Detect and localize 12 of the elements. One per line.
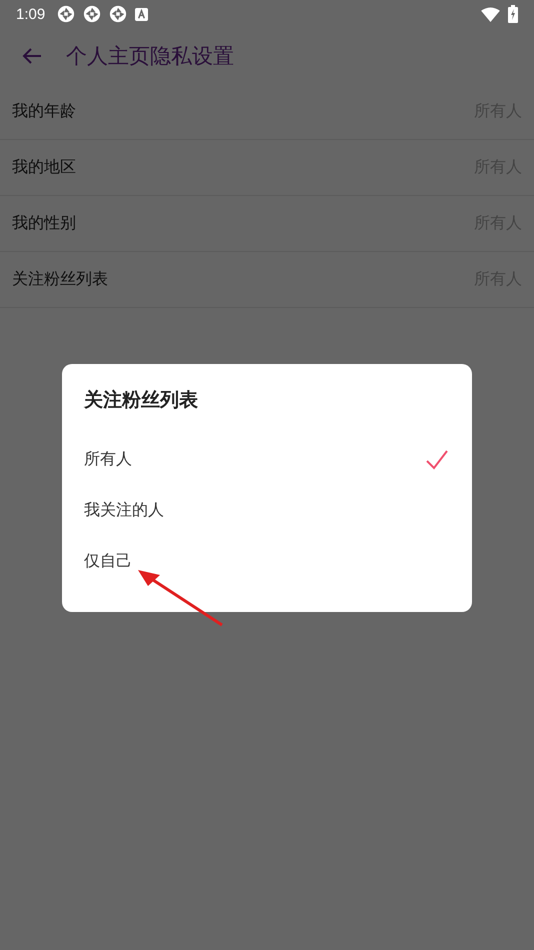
- aperture-icon: [57, 5, 76, 23]
- option-item[interactable]: 所有人: [84, 449, 132, 470]
- status-time: 1:09: [16, 6, 46, 22]
- option-item[interactable]: 我关注的人: [84, 500, 164, 521]
- dialog-title: 关注粉丝列表: [84, 388, 199, 413]
- aperture-icon: [83, 5, 102, 23]
- battery-icon: [508, 5, 518, 23]
- aperture-icon: [109, 5, 128, 23]
- app-icon: [135, 8, 148, 20]
- option-item[interactable]: 仅自己: [84, 551, 132, 572]
- page-title: 个人主页隐私设置: [66, 43, 234, 70]
- wifi-icon: [481, 6, 500, 22]
